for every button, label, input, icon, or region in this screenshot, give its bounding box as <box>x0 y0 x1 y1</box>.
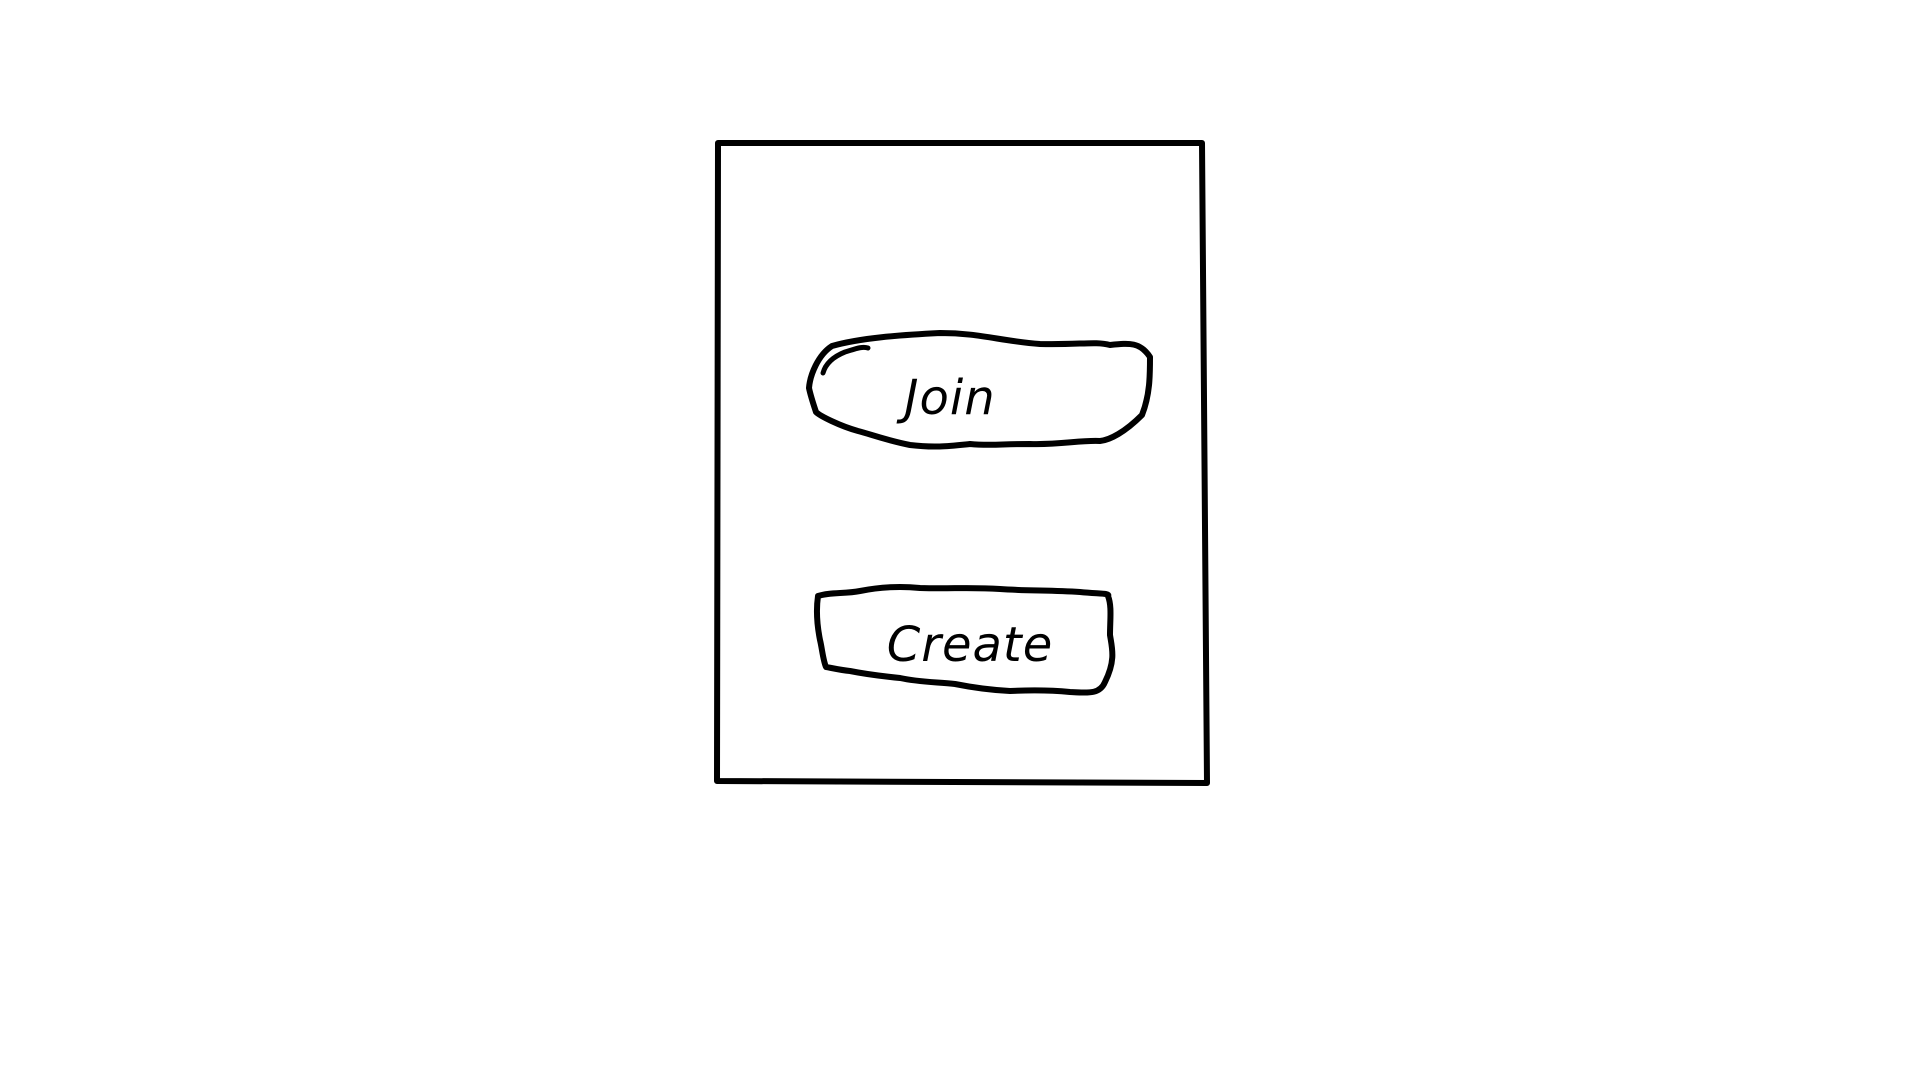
sketch-canvas: Join Create <box>0 0 1920 1080</box>
join-button-label: Join <box>904 370 996 426</box>
wireframe-drawing <box>714 140 1210 786</box>
create-button-label: Create <box>886 617 1054 673</box>
